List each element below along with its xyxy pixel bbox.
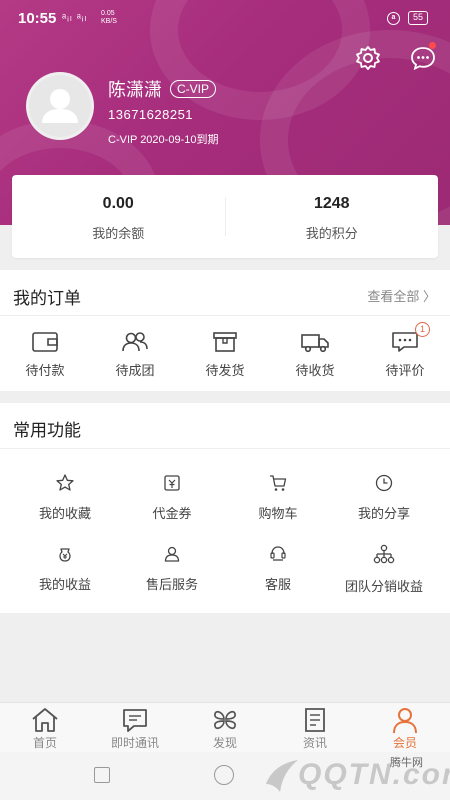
network-speed-value: 0.05 <box>101 10 115 17</box>
team-icon <box>373 544 395 564</box>
box-icon <box>213 332 237 352</box>
func-label: 我的收益 <box>38 577 91 592</box>
func-label: 售后服务 <box>145 577 198 592</box>
func-customer-service[interactable]: 客服 <box>222 544 334 593</box>
vip-expiry: C-VIP 2020-09-10到期 <box>108 134 219 146</box>
func-after-sales[interactable]: 售后服务 <box>116 544 228 593</box>
share-clock-icon <box>375 474 393 492</box>
earnings-icon <box>59 548 71 562</box>
func-label: 客服 <box>264 577 291 592</box>
divider <box>0 315 450 316</box>
group-icon <box>122 332 148 352</box>
home-icon <box>32 708 58 732</box>
tab-news[interactable]: 资讯 <box>270 703 360 752</box>
cart-icon <box>270 475 287 491</box>
battery-icon: 55 <box>407 11 428 25</box>
network-speed-unit: KB/S <box>101 18 117 25</box>
truck-icon <box>301 334 329 353</box>
tab-label: 即时通讯 <box>110 736 159 750</box>
tab-chat[interactable]: 即时通讯 <box>90 703 180 752</box>
user-phone: 13671628251 <box>108 107 194 122</box>
watermark: QQTN.com 腾牛网 <box>258 754 450 798</box>
customer-service-icon <box>270 546 286 561</box>
func-label: 我的收藏 <box>38 506 91 521</box>
order-pending-payment[interactable]: 待付款 <box>0 330 90 379</box>
tab-discover[interactable]: 发现 <box>180 703 270 752</box>
func-cart[interactable]: 购物车 <box>222 473 334 522</box>
gear-icon[interactable] <box>354 44 382 72</box>
review-count-badge: 1 <box>415 322 430 337</box>
status-time: 10:55 <box>18 10 57 27</box>
order-label: 待发货 <box>205 363 245 378</box>
func-coupons[interactable]: 代金券 <box>116 473 228 522</box>
balance-value: 0.00 <box>102 195 134 212</box>
func-earnings[interactable]: 我的收益 <box>9 544 121 593</box>
order-label: 待评价 <box>385 363 425 378</box>
avatar[interactable] <box>26 72 94 140</box>
tab-member[interactable]: 会员 <box>360 703 450 752</box>
signal-icon: ᵃᵢₗ ᵃᵢₗ <box>62 12 88 24</box>
tab-label: 资讯 <box>302 736 327 750</box>
tab-label: 首页 <box>32 736 57 750</box>
after-sales-icon <box>164 546 180 562</box>
watermark-logo-icon <box>266 760 298 792</box>
chat-icon <box>123 709 147 732</box>
news-icon <box>305 708 325 732</box>
points-value: 1248 <box>313 195 350 212</box>
user-name-row: 陈潇潇 C-VIP <box>108 76 217 102</box>
watermark-site: 腾牛网 <box>390 757 423 769</box>
order-pending-receipt[interactable]: 待收货 <box>270 330 360 379</box>
coupon-icon <box>164 475 180 491</box>
discover-icon <box>214 710 236 730</box>
functions-section: 常用功能 我的收藏 代金券 购物车 我的分享 我的收益 售后服务 客服 团队分销… <box>0 403 450 613</box>
wallet-icon <box>32 332 58 352</box>
points-label: 我的积分 <box>305 226 358 241</box>
tab-label: 会员 <box>392 736 417 750</box>
divider <box>0 448 450 449</box>
func-label: 代金券 <box>152 506 192 521</box>
watermark-text: QQTN.com <box>298 758 450 791</box>
points-cell[interactable]: 1248 我的积分 <box>226 175 439 258</box>
order-pending-review[interactable]: 1 待评价 <box>360 322 450 379</box>
func-label: 团队分销收益 <box>344 579 423 594</box>
functions-title: 常用功能 <box>13 421 81 440</box>
bottom-tab-bar: 首页 即时通讯 发现 资讯 会员 <box>0 702 450 752</box>
func-label: 购物车 <box>258 506 298 521</box>
balance-label: 我的余额 <box>92 226 145 241</box>
func-team-earnings[interactable]: 团队分销收益 <box>328 544 440 595</box>
tab-label: 发现 <box>212 736 237 750</box>
home-button[interactable] <box>214 765 234 785</box>
order-label: 待付款 <box>25 363 65 378</box>
member-icon <box>393 708 417 734</box>
order-label: 待成团 <box>115 363 155 378</box>
see-all-orders-link[interactable]: 查看全部 〉 <box>367 286 436 305</box>
user-silhouette-icon <box>42 89 78 123</box>
func-favorites[interactable]: 我的收藏 <box>9 473 121 522</box>
network-speed: 0.05 KB/S <box>101 10 117 26</box>
status-bar: 10:55 ᵃᵢₗ ᵃᵢₗ 0.05 KB/S a 55 <box>0 0 450 36</box>
order-pending-group[interactable]: 待成团 <box>90 330 180 379</box>
order-pending-shipment[interactable]: 待发货 <box>180 330 270 379</box>
star-icon <box>56 474 74 491</box>
orders-title: 我的订单 <box>13 289 81 308</box>
orders-section: 我的订单 查看全部 〉 待付款 待成团 待发货 待收货 1 待评价 <box>0 270 450 391</box>
func-label: 我的分享 <box>357 506 410 521</box>
recent-apps-button[interactable] <box>94 767 110 783</box>
tab-home[interactable]: 首页 <box>0 703 90 752</box>
notification-dot <box>429 42 436 49</box>
balance-cell[interactable]: 0.00 我的余额 <box>12 175 225 258</box>
lock-icon: a <box>386 11 400 25</box>
user-name: 陈潇潇 <box>108 80 162 100</box>
func-share[interactable]: 我的分享 <box>328 473 440 522</box>
balance-card: 0.00 我的余额 1248 我的积分 <box>12 175 438 258</box>
order-label: 待收货 <box>295 363 335 378</box>
vip-badge: C-VIP <box>170 80 217 98</box>
